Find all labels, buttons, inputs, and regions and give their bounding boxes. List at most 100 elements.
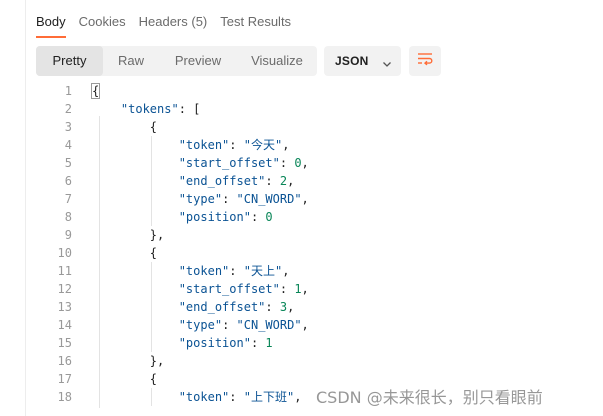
line-number: 1 bbox=[64, 84, 72, 98]
code-token: "CN_WORD" bbox=[236, 318, 302, 332]
code-token: , bbox=[301, 282, 309, 296]
code-token: : bbox=[250, 210, 266, 224]
code-text: }, bbox=[92, 226, 164, 244]
code-token: : bbox=[265, 174, 280, 188]
code-text: { bbox=[92, 244, 157, 262]
json-code-view: 1{2 "tokens": [3 {4 "token": "今天", 5 "sta… bbox=[0, 81, 603, 416]
code-token: : bbox=[229, 390, 244, 404]
view-pretty-button[interactable]: Pretty bbox=[36, 46, 103, 76]
code-token: : bbox=[222, 318, 237, 332]
code-token: : bbox=[229, 138, 244, 152]
code-token: : bbox=[250, 336, 266, 350]
code-token: { bbox=[90, 83, 101, 99]
code-line: 3 { bbox=[0, 118, 603, 136]
wrap-lines-button[interactable] bbox=[409, 46, 441, 76]
code-text: { bbox=[92, 118, 157, 136]
code-token: "start_offset" bbox=[178, 156, 280, 170]
view-mode-group: Pretty Raw Preview Visualize bbox=[36, 46, 317, 76]
code-token: "end_offset" bbox=[178, 300, 266, 314]
chevron-down-icon bbox=[382, 56, 392, 67]
line-number: 2 bbox=[64, 102, 72, 116]
code-token: "start_offset" bbox=[178, 282, 280, 296]
code-text: "tokens": [ bbox=[92, 100, 200, 118]
code-token: 1 bbox=[294, 282, 302, 296]
watermark: CSDN @未来很长，别只看眼前 bbox=[316, 388, 543, 407]
response-tabs: Body Cookies Headers (5) Test Results bbox=[36, 8, 304, 38]
code-line: 7 "type": "CN_WORD", bbox=[0, 190, 603, 208]
code-token: "type" bbox=[178, 318, 223, 332]
code-token: , bbox=[301, 318, 309, 332]
line-number: 18 bbox=[57, 390, 72, 404]
tab-body[interactable]: Body bbox=[36, 8, 66, 38]
code-text: "type": "CN_WORD", bbox=[92, 190, 309, 208]
code-line: 16 }, bbox=[0, 352, 603, 370]
code-token: , bbox=[294, 390, 302, 404]
code-token: , bbox=[282, 138, 290, 152]
code-token: "position" bbox=[178, 336, 251, 350]
code-token: { bbox=[92, 246, 158, 260]
format-select[interactable]: JSON bbox=[324, 46, 401, 76]
code-token: , bbox=[282, 264, 290, 278]
code-line: 14 "type": "CN_WORD", bbox=[0, 316, 603, 334]
code-line: 9 }, bbox=[0, 226, 603, 244]
line-number: 11 bbox=[57, 264, 72, 278]
code-token: "token" bbox=[178, 138, 230, 152]
code-line: 12 "start_offset": 1, bbox=[0, 280, 603, 298]
line-number: 13 bbox=[57, 300, 72, 314]
code-text: "position": 0 bbox=[92, 208, 273, 226]
code-text: "type": "CN_WORD", bbox=[92, 316, 309, 334]
code-token: : bbox=[279, 156, 295, 170]
code-token: "上下班" bbox=[243, 390, 295, 404]
code-line: 15 "position": 1 bbox=[0, 334, 603, 352]
code-line: 5 "start_offset": 0, bbox=[0, 154, 603, 172]
code-token: , bbox=[301, 192, 309, 206]
line-number: 14 bbox=[57, 318, 72, 332]
tab-headers[interactable]: Headers (5) bbox=[139, 8, 208, 38]
code-token: }, bbox=[92, 354, 165, 368]
code-token: : bbox=[229, 264, 244, 278]
line-number: 3 bbox=[64, 120, 72, 134]
code-text: { bbox=[90, 82, 101, 100]
code-token: "tokens" bbox=[120, 102, 179, 116]
response-panel: Body Cookies Headers (5) Test Results Pr… bbox=[0, 0, 603, 416]
code-token: : [ bbox=[178, 102, 201, 116]
code-text: }, bbox=[92, 352, 164, 370]
code-line: 1{ bbox=[0, 82, 603, 100]
line-number: 8 bbox=[64, 210, 72, 224]
code-token: { bbox=[92, 372, 158, 386]
format-select-value: JSON bbox=[335, 54, 369, 68]
code-token: , bbox=[287, 300, 295, 314]
code-text: "start_offset": 1, bbox=[92, 280, 309, 298]
tab-test-results[interactable]: Test Results bbox=[220, 8, 291, 38]
line-number: 15 bbox=[57, 336, 72, 350]
view-preview-button[interactable]: Preview bbox=[159, 46, 237, 76]
code-token: "今天" bbox=[243, 138, 283, 152]
code-token: : bbox=[222, 192, 237, 206]
code-line: 8 "position": 0 bbox=[0, 208, 603, 226]
code-token: , bbox=[301, 156, 309, 170]
tab-cookies[interactable]: Cookies bbox=[79, 8, 126, 38]
view-raw-button[interactable]: Raw bbox=[103, 46, 159, 76]
code-token: "token" bbox=[178, 264, 230, 278]
wrap-lines-icon bbox=[417, 52, 433, 71]
code-token: "天上" bbox=[243, 264, 283, 278]
code-token: 0 bbox=[265, 210, 273, 224]
line-number: 10 bbox=[57, 246, 72, 260]
line-number: 17 bbox=[57, 372, 72, 386]
view-visualize-button[interactable]: Visualize bbox=[237, 46, 317, 76]
code-token: "position" bbox=[178, 210, 251, 224]
code-token: 3 bbox=[279, 300, 288, 314]
code-line: 13 "end_offset": 3, bbox=[0, 298, 603, 316]
line-number: 16 bbox=[57, 354, 72, 368]
code-token: { bbox=[92, 120, 158, 134]
code-text: "end_offset": 2, bbox=[92, 172, 295, 190]
line-number: 7 bbox=[64, 192, 72, 206]
code-text: "end_offset": 3, bbox=[92, 298, 295, 316]
